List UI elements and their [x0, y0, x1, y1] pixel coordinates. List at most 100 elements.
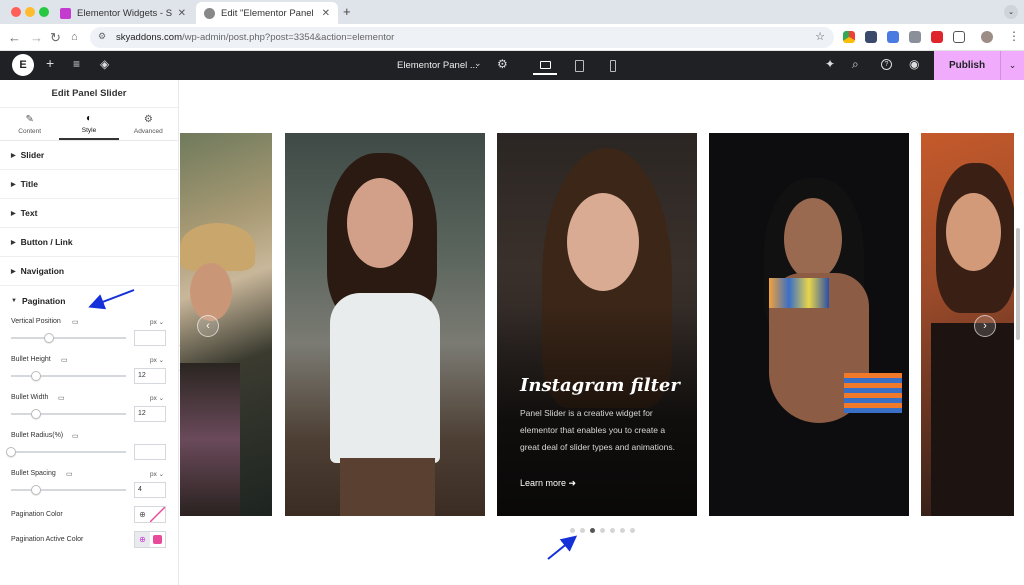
slider-handle[interactable]: [43, 333, 54, 343]
site-settings-icon[interactable]: ≡: [73, 57, 80, 71]
tab-content[interactable]: ✎ Content: [0, 108, 59, 140]
number-input[interactable]: [134, 330, 166, 346]
section-navigation[interactable]: ▶ Navigation: [0, 257, 178, 286]
pagination-bullet[interactable]: [610, 528, 615, 533]
new-tab-button[interactable]: +: [343, 4, 351, 19]
page-scrollbar[interactable]: [1016, 228, 1020, 340]
responsive-monitor-icon[interactable]: ▭: [72, 432, 79, 440]
slide-5[interactable]: [921, 133, 1014, 516]
slide-4[interactable]: [709, 133, 909, 516]
close-tab-icon[interactable]: ✕: [172, 8, 186, 19]
structure-layers-icon[interactable]: ◈: [100, 57, 109, 71]
close-window-button[interactable]: [11, 7, 21, 17]
url-path: /wp-admin/post.php?post=3354&action=elem…: [182, 32, 395, 43]
slider-handle[interactable]: [31, 409, 42, 419]
pagination-bullet[interactable]: [630, 528, 635, 533]
number-input[interactable]: 4: [134, 482, 166, 498]
global-colors-globe-icon[interactable]: ⊕: [135, 532, 150, 547]
document-name[interactable]: Elementor Panel ...: [397, 60, 478, 71]
unit-selector[interactable]: px ⌄: [150, 318, 164, 326]
unit-selector[interactable]: px ⌄: [150, 470, 164, 478]
caret-right-icon: ▶: [11, 210, 16, 217]
section-slider[interactable]: ▶ Slider: [0, 141, 178, 170]
help-icon[interactable]: ?: [881, 59, 892, 70]
desktop-view-button[interactable]: [533, 56, 557, 75]
extension-screenshot-icon[interactable]: [909, 31, 921, 43]
number-input[interactable]: [134, 444, 166, 460]
site-info-icon[interactable]: ⚙: [98, 31, 106, 42]
preview-eye-icon[interactable]: ◉: [909, 57, 919, 71]
extensions-puzzle-icon[interactable]: [953, 31, 965, 43]
add-element-icon[interactable]: +: [46, 55, 54, 71]
unit-selector[interactable]: px ⌄: [150, 394, 164, 402]
bookmark-star-icon[interactable]: ☆: [815, 30, 825, 43]
reload-icon[interactable]: ↻: [50, 30, 61, 46]
slider-handle[interactable]: [31, 371, 42, 381]
url-host: skyaddons.com: [116, 32, 183, 43]
maximize-window-button[interactable]: [39, 7, 49, 17]
responsive-monitor-icon[interactable]: ▭: [66, 470, 73, 478]
learn-more-button[interactable]: Learn more ➜: [520, 478, 576, 489]
slider-next-button[interactable]: ›: [974, 315, 996, 337]
section-title[interactable]: ▶ Title: [0, 170, 178, 199]
mobile-view-button[interactable]: [601, 56, 625, 75]
slider-track[interactable]: [11, 337, 126, 339]
address-bar[interactable]: ⚙ skyaddons.com/wp-admin/post.php?post=3…: [90, 27, 834, 48]
extension-translate-icon[interactable]: [887, 31, 899, 43]
pagination-bullet[interactable]: [570, 528, 575, 533]
caret-right-icon: ▶: [11, 268, 16, 275]
slider-track[interactable]: [11, 489, 126, 491]
slider-handle[interactable]: [31, 485, 42, 495]
color-swatch[interactable]: [150, 532, 165, 547]
slider-handle[interactable]: [6, 447, 16, 457]
slider-track[interactable]: [11, 413, 126, 415]
slide-2[interactable]: [285, 133, 485, 516]
browser-menu-icon[interactable]: ⋮: [1008, 29, 1020, 43]
document-dropdown-chevron-icon[interactable]: ⌄: [474, 58, 482, 69]
color-picker[interactable]: ⊕: [134, 506, 166, 523]
pagination-bullet[interactable]: [600, 528, 605, 533]
unit-selector[interactable]: px ⌄: [150, 356, 164, 364]
browser-tab-editor[interactable]: Edit "Elementor Panel Slider" ‹ ✕: [196, 2, 338, 24]
back-arrow-icon[interactable]: ←: [8, 30, 21, 45]
number-input[interactable]: 12: [134, 368, 166, 384]
publish-button[interactable]: Publish: [934, 51, 1000, 80]
minimize-window-button[interactable]: [25, 7, 35, 17]
profile-avatar[interactable]: [981, 31, 993, 43]
responsive-monitor-icon[interactable]: ▭: [58, 394, 65, 402]
browser-tab-widgets[interactable]: Elementor Widgets - Sky Add ✕: [52, 2, 194, 24]
tab-style[interactable]: ◐ Style: [59, 108, 119, 140]
slide-1[interactable]: [180, 133, 272, 516]
tablet-view-button[interactable]: [567, 56, 591, 75]
section-button-link[interactable]: ▶ Button / Link: [0, 228, 178, 257]
slider-track[interactable]: [11, 451, 126, 453]
responsive-monitor-icon[interactable]: ▭: [72, 318, 79, 326]
elementor-logo-icon[interactable]: E: [12, 54, 34, 76]
number-input[interactable]: 12: [134, 406, 166, 422]
pagination-bullet[interactable]: [590, 528, 595, 533]
tab-advanced[interactable]: ⚙ Advanced: [119, 108, 178, 140]
color-picker[interactable]: ⊕: [134, 531, 166, 548]
global-colors-globe-icon[interactable]: ⊕: [135, 507, 150, 522]
section-text[interactable]: ▶ Text: [0, 199, 178, 228]
extension-color-icon[interactable]: [843, 31, 855, 43]
responsive-monitor-icon[interactable]: ▭: [61, 356, 68, 364]
tab-search-chevron-icon[interactable]: ⌄: [1004, 5, 1018, 19]
notifications-rocket-icon[interactable]: ✦: [825, 57, 835, 71]
home-icon[interactable]: ⌂: [71, 31, 78, 43]
pagination-bullet[interactable]: [620, 528, 625, 533]
extension-red-icon[interactable]: [931, 31, 943, 43]
empty-color-swatch[interactable]: [150, 507, 165, 522]
search-icon[interactable]: ⌕: [852, 57, 859, 72]
slider-prev-button[interactable]: ‹: [197, 315, 219, 337]
pagination-bullet[interactable]: [580, 528, 585, 533]
close-tab-icon[interactable]: ✕: [316, 8, 330, 19]
control-bullet-radius: Bullet Radius(%) ▭: [0, 429, 178, 467]
publish-options-chevron-icon[interactable]: ⌄: [1000, 51, 1024, 80]
extension-shield-icon[interactable]: [865, 31, 877, 43]
slide-3-active[interactable]: Instagram filter Panel Slider is a creat…: [497, 133, 697, 516]
forward-arrow-icon[interactable]: →: [30, 30, 43, 45]
slider-track[interactable]: [11, 375, 126, 377]
section-pagination[interactable]: ▼ Pagination: [0, 286, 178, 315]
page-settings-gear-icon[interactable]: ⚙: [497, 57, 508, 71]
